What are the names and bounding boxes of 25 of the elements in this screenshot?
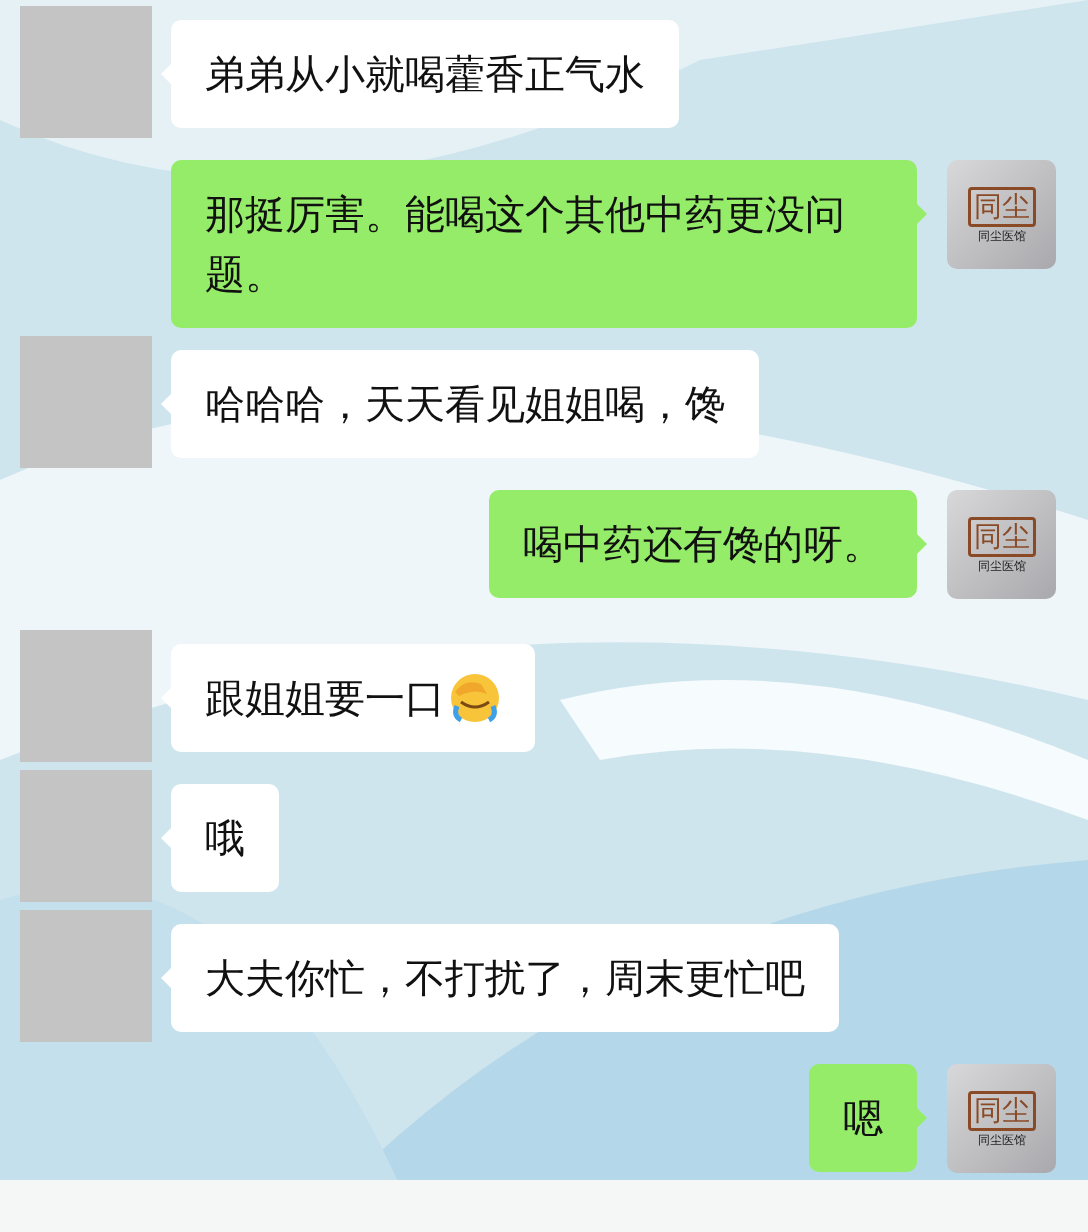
avatar-placeholder[interactable] bbox=[20, 336, 152, 468]
message-bubble: 大夫你忙，不打扰了，周末更忙吧 bbox=[171, 924, 839, 1032]
message-bubble: 嗯 bbox=[809, 1064, 917, 1172]
avatar-caption: 同尘医馆 bbox=[977, 1132, 1026, 1147]
bubble-tail bbox=[917, 534, 927, 554]
avatar-placeholder[interactable] bbox=[20, 6, 152, 138]
message-bubble: 喝中药还有馋的呀。 bbox=[489, 490, 917, 598]
avatar-placeholder[interactable] bbox=[20, 770, 152, 902]
bubble-tail bbox=[917, 204, 927, 224]
avatar[interactable]: 同尘 同尘医馆 bbox=[947, 1064, 1056, 1173]
bubble-tail bbox=[917, 1108, 927, 1128]
message-bubble: 弟弟从小就喝藿香正气水 bbox=[171, 20, 679, 128]
logo-text: 同尘 bbox=[967, 1090, 1036, 1131]
message-bubble: 跟姐姐要一口 bbox=[171, 644, 535, 752]
avatar[interactable]: 同尘 同尘医馆 bbox=[947, 490, 1056, 599]
message-bubble: 哦 bbox=[171, 784, 279, 892]
avatar-placeholder[interactable] bbox=[20, 630, 152, 762]
avatar[interactable]: 同尘 同尘医馆 bbox=[947, 160, 1056, 269]
logo-text: 同尘 bbox=[967, 516, 1036, 557]
avatar-caption: 同尘医馆 bbox=[977, 228, 1026, 243]
message-bubble: 那挺厉害。能喝这个其他中药更没问题。 bbox=[171, 160, 917, 328]
message-bubble: 哈哈哈，天天看见姐姐喝，馋 bbox=[171, 350, 759, 458]
avatar-placeholder[interactable] bbox=[20, 910, 152, 1042]
logo-text: 同尘 bbox=[967, 186, 1036, 227]
avatar-caption: 同尘医馆 bbox=[977, 558, 1026, 573]
